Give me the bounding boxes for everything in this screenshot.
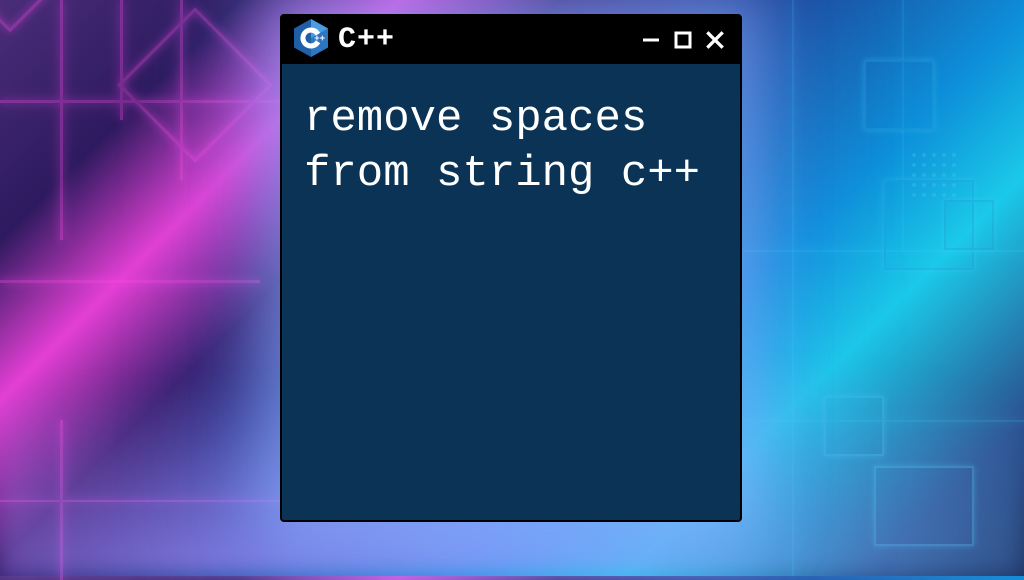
- window-titlebar[interactable]: C++: [282, 16, 740, 64]
- terminal-content: remove spaces from string c++: [282, 64, 740, 520]
- window-controls: [638, 27, 728, 53]
- close-button[interactable]: [702, 27, 728, 53]
- terminal-window: C++ remove spaces from string c++: [280, 14, 742, 522]
- maximize-button[interactable]: [670, 27, 696, 53]
- cpp-logo-icon: [294, 19, 328, 62]
- window-title: C++: [338, 23, 628, 57]
- minimize-button[interactable]: [638, 27, 664, 53]
